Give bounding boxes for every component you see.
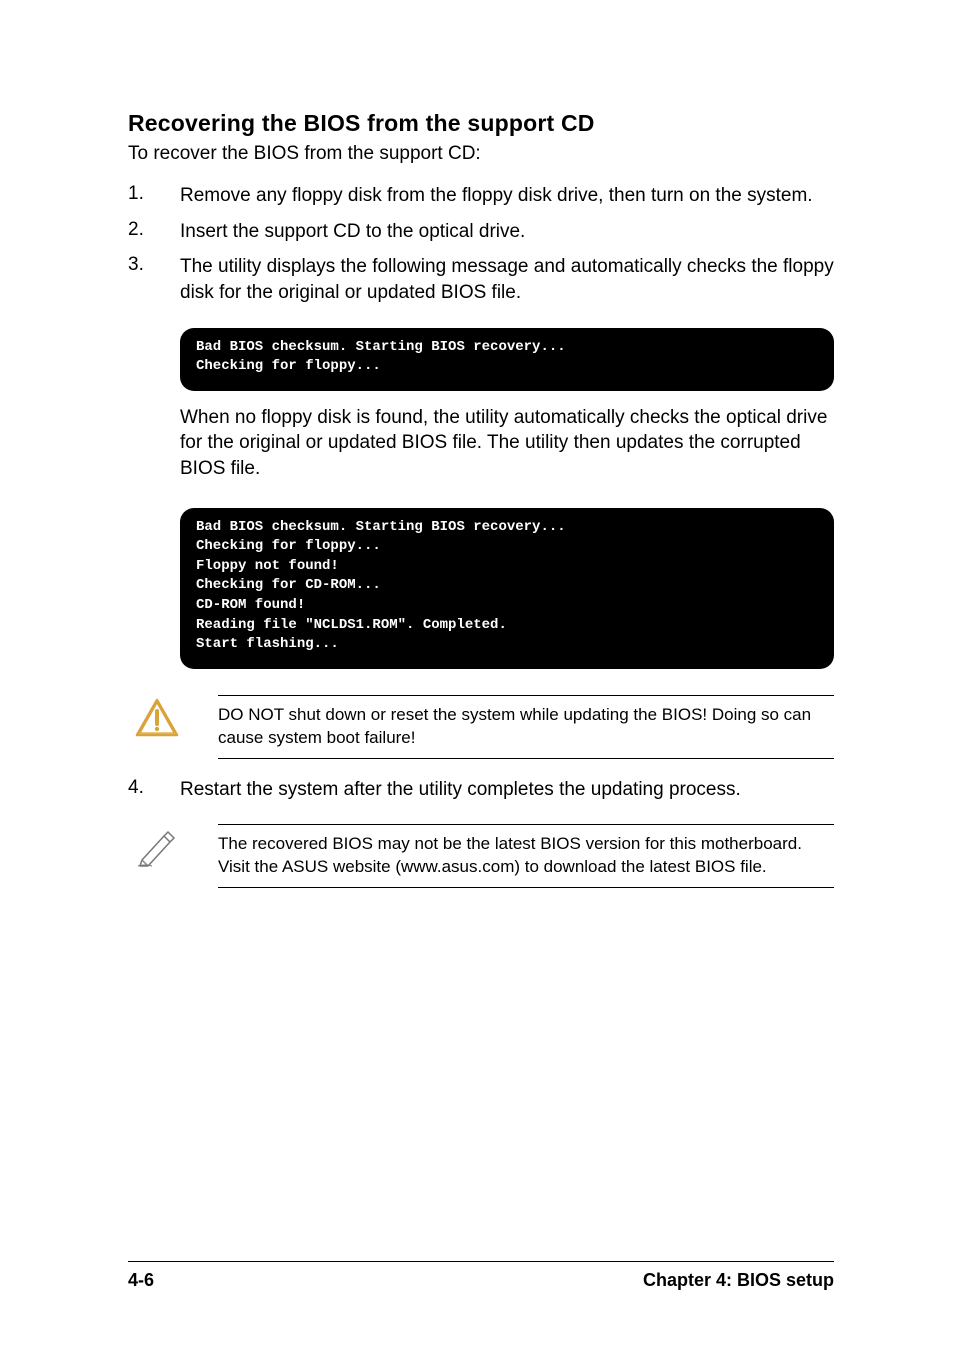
step-text: Remove any floppy disk from the floppy d… bbox=[180, 183, 834, 209]
document-page: Recovering the BIOS from the support CD … bbox=[0, 0, 954, 1351]
divider bbox=[218, 758, 834, 759]
step-text: Insert the support CD to the optical dri… bbox=[180, 219, 834, 245]
note-icon bbox=[128, 824, 218, 868]
terminal-output-2: Bad BIOS checksum. Starting BIOS recover… bbox=[180, 508, 834, 669]
terminal-output-1: Bad BIOS checksum. Starting BIOS recover… bbox=[180, 328, 834, 391]
section-title: Recovering the BIOS from the support CD bbox=[128, 110, 834, 137]
mid-paragraph: When no floppy disk is found, the utilit… bbox=[180, 405, 834, 482]
note-callout: The recovered BIOS may not be the latest… bbox=[128, 824, 834, 888]
step-text: The utility displays the following messa… bbox=[180, 254, 834, 305]
step-number: 3. bbox=[128, 254, 180, 305]
step-list-cont: 4. Restart the system after the utility … bbox=[128, 777, 834, 813]
step-number: 4. bbox=[128, 777, 180, 803]
warning-icon bbox=[128, 695, 218, 739]
page-number: 4-6 bbox=[128, 1270, 154, 1291]
step-list: 1. Remove any floppy disk from the flopp… bbox=[128, 183, 834, 316]
step-4: 4. Restart the system after the utility … bbox=[128, 777, 834, 803]
divider bbox=[128, 1261, 834, 1262]
step-3: 3. The utility displays the following me… bbox=[128, 254, 834, 305]
step-2: 2. Insert the support CD to the optical … bbox=[128, 219, 834, 245]
warning-text: DO NOT shut down or reset the system whi… bbox=[218, 696, 834, 758]
intro-text: To recover the BIOS from the support CD: bbox=[128, 143, 834, 165]
page-footer: 4-6 Chapter 4: BIOS setup bbox=[128, 1261, 834, 1291]
warning-callout: DO NOT shut down or reset the system whi… bbox=[128, 695, 834, 759]
step-number: 2. bbox=[128, 219, 180, 245]
step-text: Restart the system after the utility com… bbox=[180, 777, 834, 803]
note-text: The recovered BIOS may not be the latest… bbox=[218, 825, 834, 887]
step-number: 1. bbox=[128, 183, 180, 209]
chapter-label: Chapter 4: BIOS setup bbox=[643, 1270, 834, 1291]
divider bbox=[218, 887, 834, 888]
step-1: 1. Remove any floppy disk from the flopp… bbox=[128, 183, 834, 209]
